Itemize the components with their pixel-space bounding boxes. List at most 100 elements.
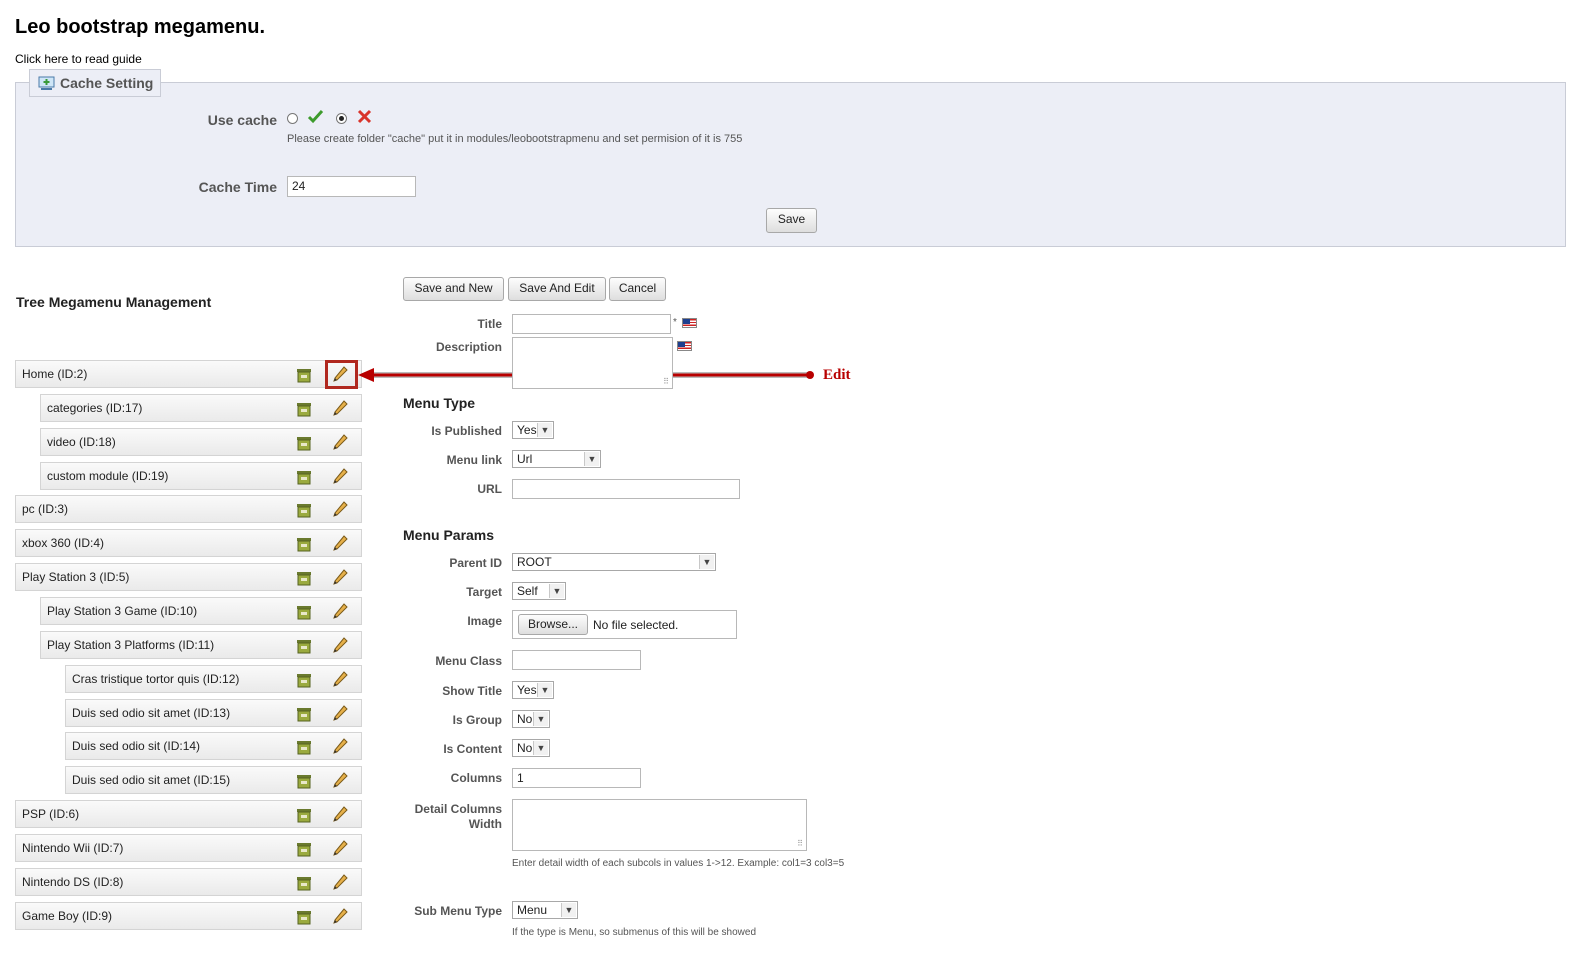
is-published-select[interactable]: Yes ▼ <box>512 421 554 439</box>
delete-icon[interactable] <box>296 536 312 552</box>
edit-pencil-icon[interactable] <box>332 705 348 721</box>
use-cache-no-radio[interactable] <box>336 113 347 124</box>
tree-item-label: Cras tristique tortor quis (ID:12) <box>72 672 240 686</box>
is-group-select[interactable]: No ▼ <box>512 710 550 728</box>
edit-pencil-icon[interactable] <box>332 806 348 822</box>
no-cross-icon <box>357 109 372 124</box>
edit-pencil-icon[interactable] <box>332 400 348 416</box>
sub-menu-type-value: Menu <box>517 903 548 917</box>
sub-menu-type-label: Sub Menu Type <box>414 904 502 918</box>
delete-icon[interactable] <box>296 706 312 722</box>
use-cache-yes-radio[interactable] <box>287 113 298 124</box>
detail-columns-label: Detail Columns Width <box>382 802 502 831</box>
tree-item[interactable]: Game Boy (ID:9) <box>15 902 362 930</box>
use-cache-label: Use cache <box>207 112 277 128</box>
cache-folder-hint: Please create folder "cache" put it in m… <box>287 133 743 145</box>
delete-icon[interactable] <box>296 604 312 620</box>
cache-setting-icon <box>38 74 55 91</box>
title-language-flag-icon[interactable] <box>682 318 697 328</box>
tree-item[interactable]: Play Station 3 (ID:5) <box>15 563 362 591</box>
tree-item[interactable]: PSP (ID:6) <box>15 800 362 828</box>
edit-pencil-icon[interactable] <box>332 840 348 856</box>
tree-item[interactable]: Duis sed odio sit amet (ID:13) <box>65 699 362 727</box>
tree-item[interactable]: categories (ID:17) <box>40 394 362 422</box>
delete-icon[interactable] <box>296 739 312 755</box>
delete-icon[interactable] <box>296 367 312 383</box>
description-textarea[interactable]: ⠿ <box>512 337 673 389</box>
tree-item[interactable]: Nintendo Wii (ID:7) <box>15 834 362 862</box>
edit-pencil-icon[interactable] <box>332 434 348 450</box>
delete-icon[interactable] <box>296 875 312 891</box>
detail-columns-label-line2: Width <box>468 817 502 831</box>
image-label: Image <box>467 614 502 628</box>
delete-icon[interactable] <box>296 401 312 417</box>
guide-link[interactable]: Click here to read guide <box>15 52 142 66</box>
columns-input[interactable]: 1 <box>512 768 641 788</box>
edit-pencil-icon[interactable] <box>332 738 348 754</box>
tree-item[interactable]: Duis sed odio sit amet (ID:15) <box>65 766 362 794</box>
edit-pencil-icon[interactable] <box>332 637 348 653</box>
tree-item[interactable]: xbox 360 (ID:4) <box>15 529 362 557</box>
edit-pencil-icon[interactable] <box>332 671 348 687</box>
cache-time-input[interactable]: 24 <box>287 176 416 197</box>
is-group-label: Is Group <box>452 713 502 727</box>
description-language-flag-icon[interactable] <box>677 341 692 351</box>
edit-pencil-icon[interactable] <box>332 569 348 585</box>
target-select[interactable]: Self ▼ <box>512 582 566 600</box>
menu-class-input[interactable] <box>512 650 641 670</box>
menu-link-label: Menu link <box>446 453 502 467</box>
cache-save-button[interactable]: Save <box>766 208 817 233</box>
tree-item[interactable]: Nintendo DS (ID:8) <box>15 868 362 896</box>
image-file-input[interactable]: Browse... No file selected. <box>512 610 737 639</box>
tree-item[interactable]: Cras tristique tortor quis (ID:12) <box>65 665 362 693</box>
show-title-select[interactable]: Yes ▼ <box>512 681 554 699</box>
tree-item[interactable]: Duis sed odio sit (ID:14) <box>65 732 362 760</box>
tree-item-label: Play Station 3 Game (ID:10) <box>47 604 198 618</box>
target-value: Self <box>517 584 538 598</box>
delete-icon[interactable] <box>296 672 312 688</box>
menu-link-select[interactable]: Url ▼ <box>512 450 601 468</box>
save-and-edit-button[interactable]: Save And Edit <box>508 277 606 301</box>
delete-icon[interactable] <box>296 807 312 823</box>
delete-icon[interactable] <box>296 570 312 586</box>
tree-item[interactable]: pc (ID:3) <box>15 495 362 523</box>
edit-pencil-icon[interactable] <box>332 772 348 788</box>
save-and-new-button[interactable]: Save and New <box>403 277 504 301</box>
resize-grip-icon[interactable]: ⠿ <box>663 377 669 386</box>
url-input[interactable] <box>512 479 740 499</box>
tree-item[interactable]: Play Station 3 Platforms (ID:11) <box>40 631 362 659</box>
tree-item[interactable]: custom module (ID:19) <box>40 462 362 490</box>
edit-pencil-icon[interactable] <box>332 501 348 517</box>
is-content-select[interactable]: No ▼ <box>512 739 550 757</box>
url-label: URL <box>477 482 502 496</box>
resize-grip-icon[interactable]: ⠿ <box>797 839 803 848</box>
tree-item[interactable]: Home (ID:2) <box>15 360 362 388</box>
page-title: Leo bootstrap megamenu. <box>15 16 266 38</box>
edit-pencil-icon[interactable] <box>332 603 348 619</box>
delete-icon[interactable] <box>296 909 312 925</box>
tree-item[interactable]: video (ID:18) <box>40 428 362 456</box>
delete-icon[interactable] <box>296 469 312 485</box>
menu-type-heading: Menu Type <box>403 395 476 411</box>
tree-item[interactable]: Play Station 3 Game (ID:10) <box>40 597 362 625</box>
tree-item-label: Game Boy (ID:9) <box>22 909 113 923</box>
parent-id-label: Parent ID <box>449 556 502 570</box>
delete-icon[interactable] <box>296 841 312 857</box>
tree-item-label: xbox 360 (ID:4) <box>22 536 105 550</box>
title-input[interactable] <box>512 314 671 334</box>
delete-icon[interactable] <box>296 502 312 518</box>
cancel-button[interactable]: Cancel <box>609 277 666 301</box>
edit-pencil-icon[interactable] <box>332 874 348 890</box>
parent-id-select[interactable]: ROOT ▼ <box>512 553 716 571</box>
edit-pencil-icon[interactable] <box>332 468 348 484</box>
edit-pencil-icon[interactable] <box>332 535 348 551</box>
cache-setting-legend-text: Cache Setting <box>60 75 154 91</box>
delete-icon[interactable] <box>296 638 312 654</box>
detail-columns-textarea[interactable]: ⠿ <box>512 799 807 851</box>
sub-menu-type-select[interactable]: Menu ▼ <box>512 901 578 919</box>
delete-icon[interactable] <box>296 435 312 451</box>
delete-icon[interactable] <box>296 773 312 789</box>
chevron-down-icon: ▼ <box>561 903 576 917</box>
browse-button[interactable]: Browse... <box>518 614 588 635</box>
edit-pencil-icon[interactable] <box>332 908 348 924</box>
